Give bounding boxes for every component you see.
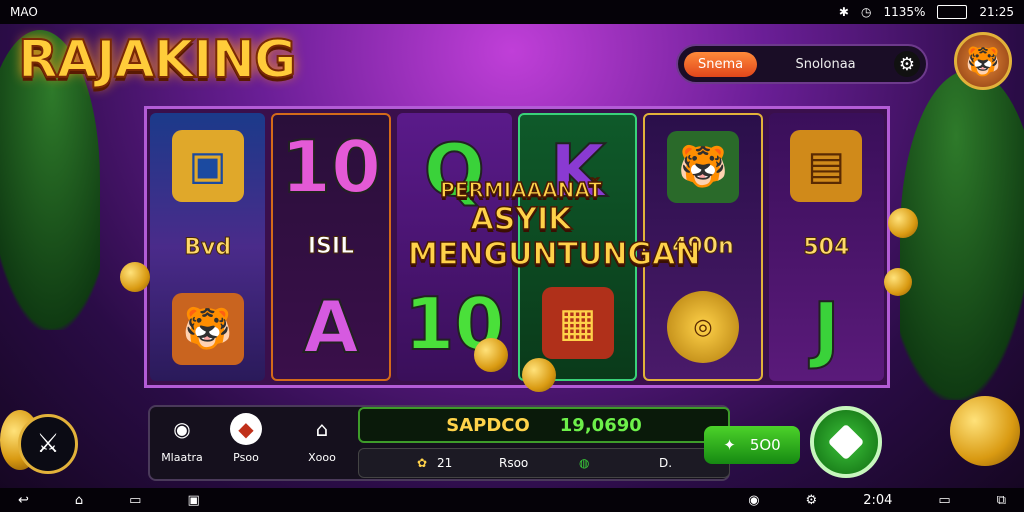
info-row: ✿ 21 Rsoo ◍ D. [358,448,730,478]
bluetooth-icon: ✱ [838,5,849,19]
battery-percent: 1135% [883,5,926,19]
status-bar: MAO ✱ ◷ 1135% 21:25 [0,0,1024,24]
tiger-icon[interactable]: 🐯 [666,130,739,203]
auto-play-value: 5O0 [749,436,781,454]
reel-2-label: ISIL [307,234,355,260]
coin-decoration [950,396,1020,466]
shield-button[interactable]: ◆ Psoo [218,413,274,464]
status-left-text: MAO [10,5,38,19]
banner-line-2: ASYIK [470,201,572,238]
house-button-label: Xooo [308,451,336,464]
diamond-icon [827,423,865,461]
reel-2-bottom-symbol[interactable]: A [302,290,360,364]
coin-icon: ✿ [417,456,428,470]
top-orange-button[interactable]: Snema [684,51,758,77]
reel-1: ▣ Bvd 🐯 [150,113,266,381]
game-logo: RAJAKING [17,29,298,91]
palm-tree-right [900,70,1024,400]
balance-label: SAPDCO [446,414,530,436]
menu-button[interactable]: ⚔ [18,414,78,474]
reel-1-label: Bvd [184,234,232,260]
camera-button[interactable]: ◉ Mlaatra [154,413,210,464]
gem-icon: ◍ [579,456,590,470]
banner-line-1: PERMIAAANAŤ [439,177,602,203]
status-time: 21:25 [979,5,1014,19]
reel-2: 10 ISIL A [271,113,391,381]
info-item-3: D. [659,456,673,470]
reel-6-bottom-symbol[interactable]: J [812,292,841,366]
battery-icon [937,5,968,19]
house-button[interactable]: ⌂ Xooo [294,413,350,464]
balance-display: SAPDCO 19,0690 [358,407,730,443]
house-icon: ⌂ [315,417,329,441]
status-right: ✱ ◷ 1135% 21:25 [839,5,1014,19]
home-icon[interactable]: ⌂ [75,493,83,508]
shield-button-label: Psoo [233,451,259,464]
screenshot-icon[interactable]: ▣ [187,493,199,508]
expand-icon[interactable]: ⧉ [997,493,1006,508]
coin-decoration [120,262,150,292]
golden-chest-icon[interactable]: ▤ [790,129,863,202]
screen-chest-icon[interactable]: ▣ [171,129,244,202]
info-item-2: Rsoo [499,456,529,470]
treasure-box-icon[interactable]: ▦ [541,287,614,359]
window-icon[interactable]: ▭ [938,493,950,508]
record-icon[interactable]: ◉ [748,493,759,508]
balance-value: 19,0690 [559,414,642,436]
recents-icon[interactable]: ▭ [129,493,141,508]
top-bar-label[interactable]: Snolonaa [767,57,884,72]
gold-coin-icon[interactable]: ◎ [666,291,739,364]
star-icon: ✦ [723,436,736,454]
nav-time: 2:04 [863,492,893,508]
coin-decoration [474,338,508,372]
tiger-icon[interactable]: 🐯 [171,292,244,365]
sword-icon: ⚔ [36,429,60,459]
coin-decoration [522,358,556,392]
gear-icon[interactable]: ⚙ [894,51,920,77]
camera-button-label: Mlaatra [161,451,203,464]
nav-right-group: ◉ ⚙ 2:04 ▭ ⧉ [748,493,1006,508]
banner-line-3: MENGUNTUNGAN [407,236,701,273]
auto-play-button[interactable]: ✦ 5O0 [704,426,800,464]
nav-bar: ↩ ⌂ ▭ ▣ ◉ ⚙ 2:04 ▭ ⧉ [0,488,1024,512]
promo-banner: PERMIAAANAŤ ASYIK MENGUNTUNGAN [407,177,701,273]
settings-icon[interactable]: ⚙ [806,493,818,508]
reel-6: ▤ 504 J [768,113,884,381]
back-icon[interactable]: ↩ [18,493,29,508]
reel-2-top-symbol[interactable]: 10 [280,130,382,204]
reel-6-label: 504 [803,234,850,260]
top-bar: Snema Snolonaa ⚙ [676,44,928,84]
avatar[interactable]: 🐯 [954,32,1012,90]
coin-decoration [884,268,912,296]
tiger-icon: 🐯 [965,44,1001,78]
coin-decoration [888,208,918,238]
spin-button[interactable] [810,406,882,478]
nav-left-group: ↩ ⌂ ▭ ▣ [18,493,200,508]
alarm-icon: ◷ [860,5,872,19]
info-item-1: 21 [437,456,453,470]
shield-icon: ◆ [230,413,262,445]
camera-icon: ◉ [173,417,191,441]
